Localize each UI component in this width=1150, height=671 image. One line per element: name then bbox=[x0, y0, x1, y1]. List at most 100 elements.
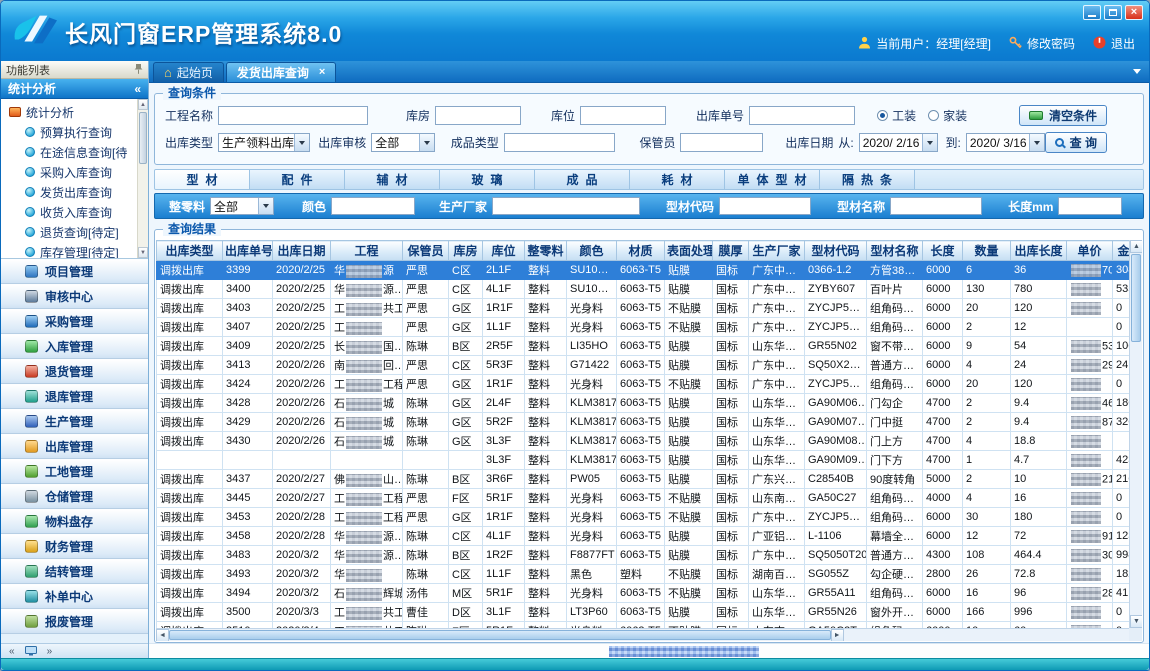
table-row[interactable]: 调拨出库34942020/3/2石辉城汤伟M区5R1F整料光身料6063-T5不… bbox=[157, 584, 1143, 603]
sidebar-module-inventory[interactable]: 物料盘存 bbox=[1, 509, 148, 534]
keeper-input[interactable] bbox=[680, 133, 763, 152]
table-row[interactable]: 调拨出库34282020/2/26石城陈琳G区2L4F整料KLM38176063… bbox=[157, 394, 1143, 413]
column-header[interactable]: 型材名称 bbox=[867, 241, 923, 261]
column-header[interactable]: 出库日期 bbox=[273, 241, 331, 261]
tab-close-icon[interactable]: × bbox=[319, 67, 325, 78]
table-row[interactable]: 调拨出库34002020/2/25华源…严思C区4L1F整料SU10…6063-… bbox=[157, 280, 1143, 299]
table-row[interactable]: 调拨出库34032020/2/25工共工程严思G区1R1F整料光身料6063-T… bbox=[157, 299, 1143, 318]
sidebar-group-statistics[interactable]: 统计分析 « bbox=[1, 79, 148, 99]
dropdown-icon[interactable] bbox=[258, 198, 273, 214]
scroll-down-icon[interactable]: ▼ bbox=[1130, 615, 1142, 628]
column-header[interactable]: 工程 bbox=[331, 241, 403, 261]
logout-button[interactable]: 退出 bbox=[1093, 35, 1135, 52]
radio-home-decoration[interactable] bbox=[928, 110, 939, 121]
sidebar-module-production[interactable]: 生产管理 bbox=[1, 409, 148, 434]
profile-name-input[interactable] bbox=[890, 197, 982, 215]
material-tab[interactable]: 隔热条 bbox=[820, 170, 915, 189]
expand-right-icon[interactable]: » bbox=[47, 646, 53, 657]
sidebar-module-audit[interactable]: 审核中心 bbox=[1, 284, 148, 309]
scroll-up-icon[interactable]: ▲ bbox=[138, 99, 148, 110]
column-header[interactable]: 生产厂家 bbox=[749, 241, 805, 261]
change-password-button[interactable]: 修改密码 bbox=[1009, 35, 1075, 52]
product-type-input[interactable] bbox=[504, 133, 616, 152]
column-header[interactable]: 表面处理 bbox=[665, 241, 713, 261]
length-input[interactable] bbox=[1058, 197, 1122, 215]
sidebar-module-site[interactable]: 工地管理 bbox=[1, 459, 148, 484]
collapse-left-icon[interactable]: « bbox=[9, 646, 15, 657]
tree-item[interactable]: 预算执行查询 bbox=[1, 122, 137, 142]
out-type-select[interactable]: 生产领料出库 bbox=[218, 133, 310, 152]
audit-select[interactable]: 全部 bbox=[371, 133, 434, 152]
column-header[interactable]: 库位 bbox=[483, 241, 525, 261]
sidebar-module-purchase[interactable]: 采购管理 bbox=[1, 309, 148, 334]
tree-scrollbar[interactable]: ▲ ▼ bbox=[137, 99, 148, 258]
material-tab[interactable]: 单体型材 bbox=[725, 170, 820, 189]
column-header[interactable]: 出库单号 bbox=[223, 241, 273, 261]
table-row[interactable]: 3L3F整料KLM38176063-T5贴膜国标山东华…GA90M09…门下方4… bbox=[157, 451, 1143, 470]
tree-item[interactable]: 发货出库查询 bbox=[1, 182, 137, 202]
sidebar-module-project[interactable]: 项目管理 bbox=[1, 259, 148, 284]
table-row[interactable]: 调拨出库34242020/2/26工工程严思G区1R1F整料光身料6063-T5… bbox=[157, 375, 1143, 394]
dropdown-icon[interactable] bbox=[922, 134, 937, 151]
scroll-left-icon[interactable]: ◄ bbox=[156, 629, 169, 641]
date-from-picker[interactable]: 2020/ 2/16 bbox=[859, 133, 938, 152]
material-tab[interactable]: 辅材 bbox=[345, 170, 440, 189]
material-tab[interactable]: 成品 bbox=[535, 170, 630, 189]
table-row[interactable]: 调拨出库34132020/2/26南回…严思C区5R3F整料G714226063… bbox=[157, 356, 1143, 375]
column-header[interactable]: 单价 bbox=[1067, 241, 1113, 261]
sidebar-module-outbound[interactable]: 出库管理 bbox=[1, 434, 148, 459]
radio-work-decoration[interactable] bbox=[877, 110, 888, 121]
material-tab[interactable]: 型材 bbox=[155, 170, 250, 189]
tab-shipping-outbound-query[interactable]: 发货出库查询 × bbox=[226, 62, 336, 82]
profile-code-input[interactable] bbox=[719, 197, 811, 215]
column-header[interactable]: 出库类型 bbox=[157, 241, 223, 261]
sidebar-module-return-store[interactable]: 退库管理 bbox=[1, 384, 148, 409]
table-row[interactable]: 调拨出库34072020/2/25工严思G区1L1F整料光身料6063-T5不贴… bbox=[157, 318, 1143, 337]
table-row[interactable]: 调拨出库35002020/3/3工共工程曹佳D区3L1F整料LT3P606063… bbox=[157, 603, 1143, 622]
table-row[interactable]: 调拨出库34932020/3/2华陈琳C区1L1F整料黑色塑料不贴膜国标湖南百…… bbox=[157, 565, 1143, 584]
table-row[interactable]: 调拨出库34582020/2/28华源…陈琳C区4L1F整料光身料6063-T5… bbox=[157, 527, 1143, 546]
dropdown-icon[interactable] bbox=[419, 134, 434, 151]
column-header[interactable]: 数量 bbox=[963, 241, 1011, 261]
scroll-up-icon[interactable]: ▲ bbox=[1130, 240, 1142, 253]
whole-part-select[interactable]: 全部 bbox=[210, 197, 274, 215]
computer-icon[interactable] bbox=[25, 646, 37, 656]
column-header[interactable]: 材质 bbox=[617, 241, 665, 261]
column-header[interactable]: 整零料 bbox=[525, 241, 567, 261]
table-row[interactable]: 调拨出库34372020/2/27佛山…陈琳B区3R6F整料PW056063-T… bbox=[157, 470, 1143, 489]
tree-item[interactable]: 库存管理[待定] bbox=[1, 242, 137, 259]
tree-item[interactable]: 收货入库查询 bbox=[1, 202, 137, 222]
column-header[interactable]: 长度 bbox=[923, 241, 963, 261]
collapse-icon[interactable]: « bbox=[134, 82, 141, 96]
tree-item[interactable]: 退货查询[待定] bbox=[1, 222, 137, 242]
search-button[interactable]: 查 询 bbox=[1045, 132, 1107, 153]
sidebar-module-supplement[interactable]: 补单中心 bbox=[1, 584, 148, 609]
color-input[interactable] bbox=[331, 197, 415, 215]
column-header[interactable]: 颜色 bbox=[567, 241, 617, 261]
tab-home[interactable]: ⌂ 起始页 bbox=[153, 62, 224, 82]
tab-overflow-icon[interactable] bbox=[1133, 69, 1141, 74]
warehouse-input[interactable] bbox=[435, 106, 521, 125]
pin-icon[interactable] bbox=[134, 63, 143, 77]
dropdown-icon[interactable] bbox=[1029, 134, 1044, 151]
tree-item[interactable]: 采购入库查询 bbox=[1, 162, 137, 182]
column-header[interactable]: 保管员 bbox=[403, 241, 449, 261]
sidebar-module-inbound[interactable]: 入库管理 bbox=[1, 334, 148, 359]
tree-item[interactable]: 在途信息查询[待 bbox=[1, 142, 137, 162]
sidebar-module-scrap[interactable]: 报废管理 bbox=[1, 609, 148, 634]
material-tab[interactable]: 玻璃 bbox=[440, 170, 535, 189]
dropdown-icon[interactable] bbox=[294, 134, 309, 151]
maximize-button[interactable] bbox=[1104, 5, 1122, 20]
table-row[interactable]: 调拨出库34302020/2/26石城陈琳G区3L3F整料KLM38176063… bbox=[157, 432, 1143, 451]
table-row[interactable]: 调拨出库34832020/3/2华源…陈琳B区1R2F整料F8877FT6063… bbox=[157, 546, 1143, 565]
table-row[interactable]: 调拨出库34292020/2/26石城陈琳G区5R2F整料KLM38176063… bbox=[157, 413, 1143, 432]
column-header[interactable]: 出库长度 bbox=[1011, 241, 1067, 261]
column-header[interactable]: 库房 bbox=[449, 241, 483, 261]
maker-input[interactable] bbox=[492, 197, 640, 215]
tree-root[interactable]: 统计分析 bbox=[1, 102, 137, 122]
table-row[interactable]: 调拨出库34452020/2/27工工程严思F区5R1F整料光身料6063-T5… bbox=[157, 489, 1143, 508]
horizontal-scroll-thumb[interactable] bbox=[169, 630, 831, 640]
column-header[interactable]: 型材代码 bbox=[805, 241, 867, 261]
material-tab[interactable]: 耗材 bbox=[630, 170, 725, 189]
horizontal-scrollbar[interactable]: ◄ ► bbox=[156, 628, 1129, 641]
